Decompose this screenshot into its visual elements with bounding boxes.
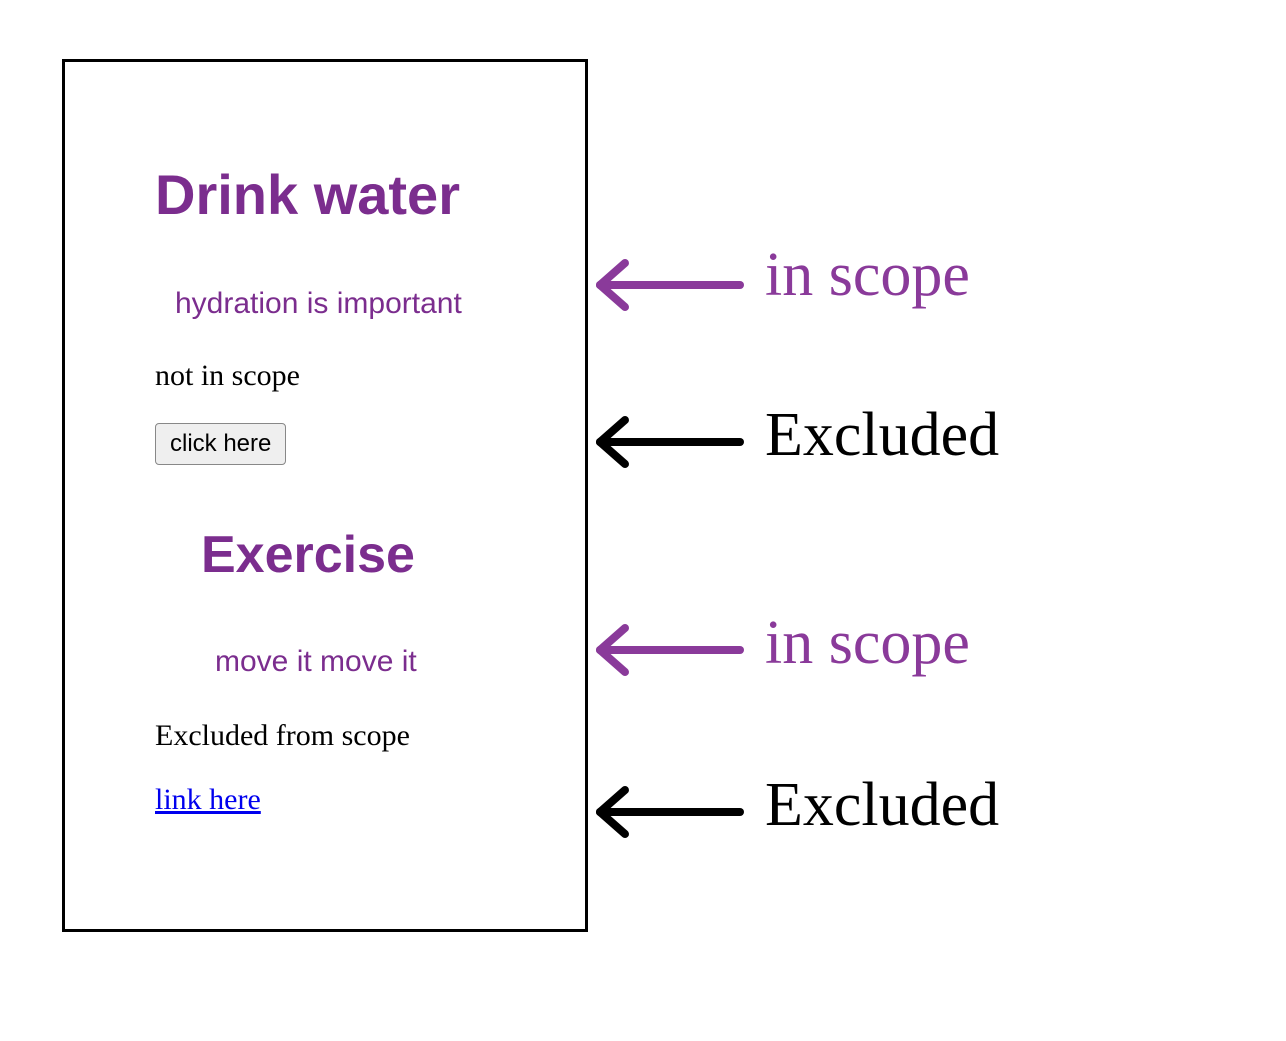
subtext-hydration: hydration is important bbox=[175, 287, 495, 321]
click-here-button[interactable]: click here bbox=[155, 423, 286, 465]
arrow-excluded-2 bbox=[600, 790, 740, 834]
annotation-in-scope-1: in scope bbox=[765, 240, 970, 311]
subtext-move-it: move it move it bbox=[215, 645, 495, 679]
scope-box: Drink water hydration is important not i… bbox=[62, 59, 588, 932]
annotation-excluded-2: Excluded bbox=[765, 770, 999, 841]
arrow-in-scope-2 bbox=[600, 628, 740, 672]
text-excluded-from-scope: Excluded from scope bbox=[155, 719, 495, 753]
annotation-in-scope-2: in scope bbox=[765, 608, 970, 679]
annotation-excluded-1: Excluded bbox=[765, 400, 999, 471]
arrow-excluded-1 bbox=[600, 420, 740, 464]
heading-drink-water: Drink water bbox=[155, 162, 495, 227]
link-here[interactable]: link here bbox=[155, 783, 261, 816]
text-not-in-scope: not in scope bbox=[155, 359, 495, 393]
arrow-in-scope-1 bbox=[600, 263, 740, 307]
heading-exercise: Exercise bbox=[201, 525, 495, 585]
